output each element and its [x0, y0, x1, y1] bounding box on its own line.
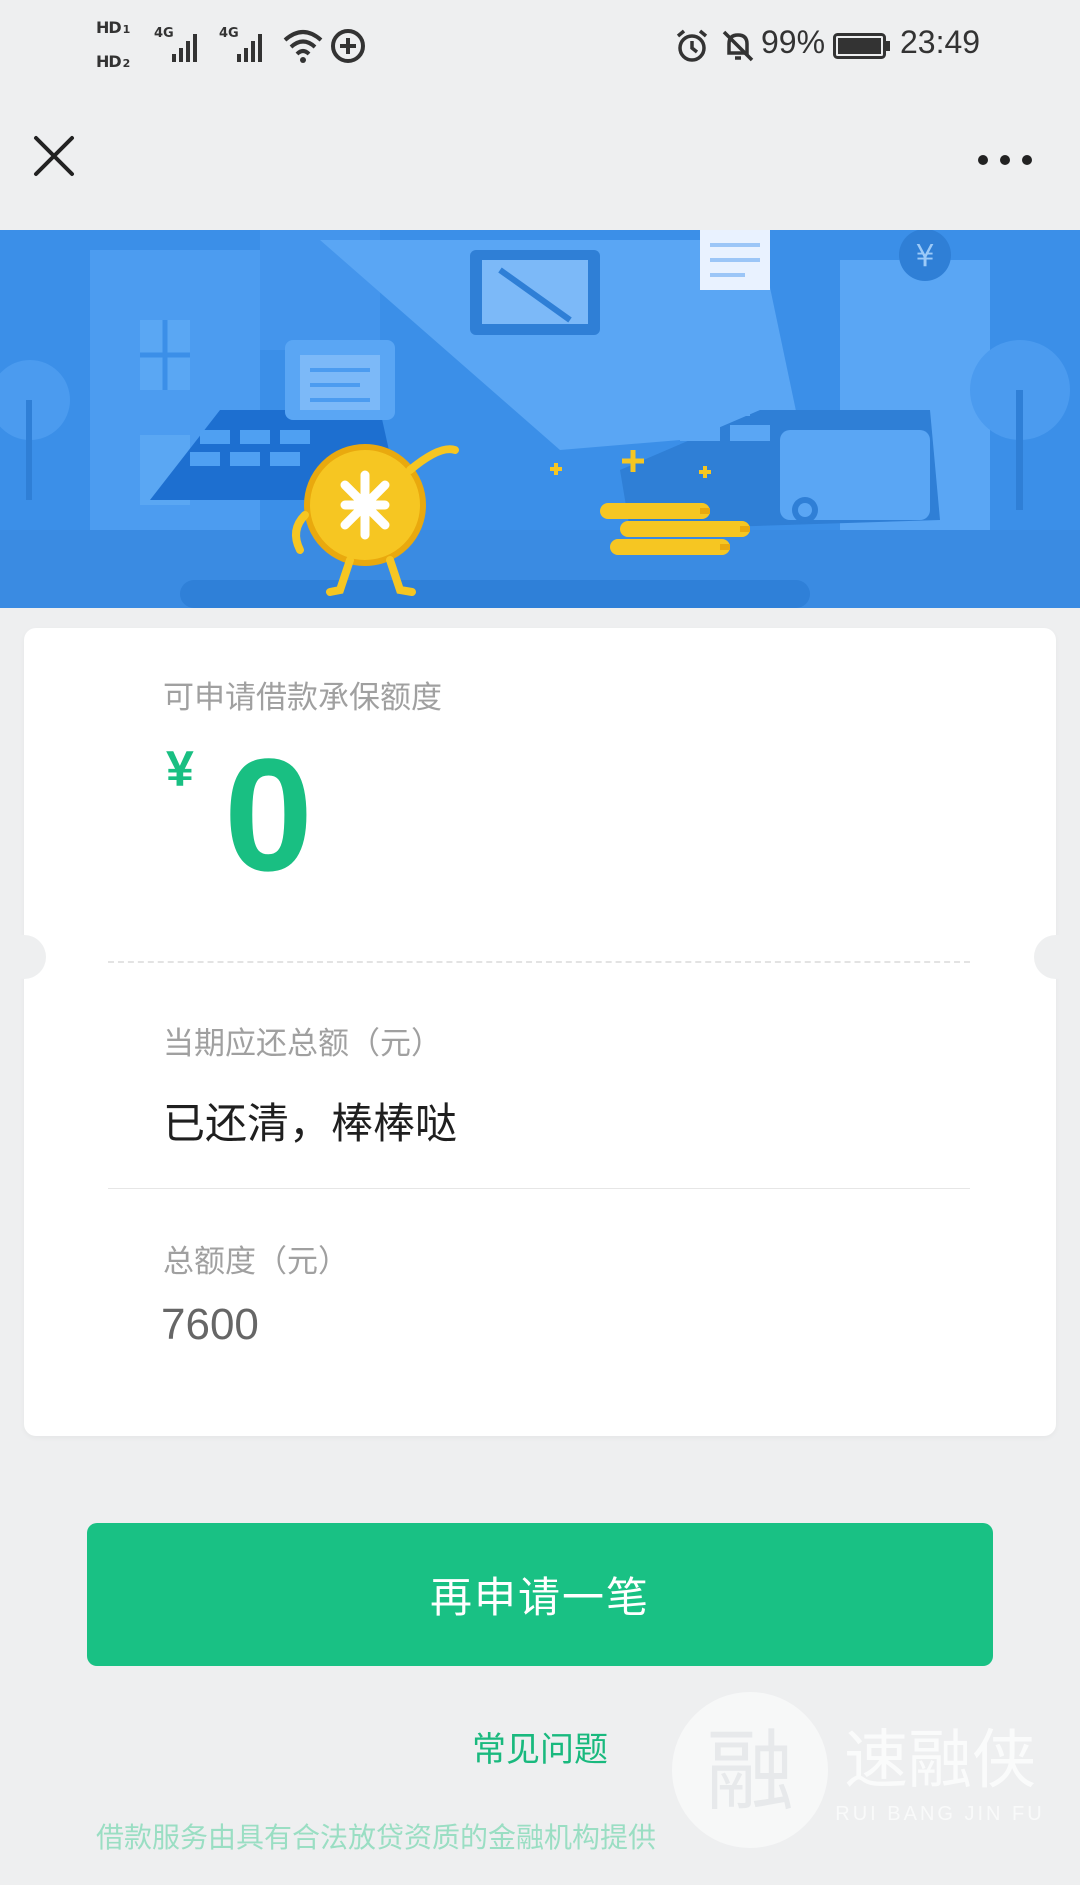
wifi-icon	[283, 30, 323, 63]
sim2-label: HD	[96, 52, 122, 71]
reapply-button[interactable]: 再申请一笔	[87, 1523, 993, 1666]
due-amount-value: 已还清，棒棒哒	[163, 1099, 458, 1148]
currency-symbol: ¥	[166, 741, 194, 797]
sim2-index: 2	[122, 57, 131, 70]
alarm-icon	[676, 29, 708, 62]
network-type-2: 4G	[219, 26, 239, 41]
mute-bell-icon	[722, 30, 754, 62]
divider	[108, 1188, 970, 1189]
footer-notice: 借款服务由具有合法放贷资质的金融机构提供	[96, 1821, 657, 1854]
brand-watermark: 融 速融侠 RUI BANG JIN FU	[672, 1692, 1044, 1848]
svg-text:¥: ¥	[915, 239, 934, 274]
close-icon[interactable]	[28, 130, 80, 182]
quota-amount: 0	[224, 725, 313, 904]
quota-label: 可申请借款承保额度	[163, 680, 442, 716]
watermark-brand: 速融侠	[844, 1724, 1036, 1798]
card-notch-right	[1034, 935, 1078, 979]
battery-percentage: 99%	[761, 24, 826, 60]
nav-bar	[0, 96, 1080, 230]
dual-sim-indicator: HD 1 HD 2	[96, 18, 146, 78]
dashed-divider	[108, 961, 970, 963]
clock: 23:49	[900, 24, 981, 60]
sim1-index: 1	[122, 23, 131, 36]
finance-city-illustration: ¥	[0, 230, 1080, 608]
data-saver-icon	[331, 29, 365, 63]
total-limit-label: 总额度（元）	[163, 1244, 349, 1280]
watermark-brand-en: RUI BANG JIN FU	[835, 1803, 1044, 1825]
watermark-icon-char: 融	[706, 1720, 794, 1823]
battery-icon	[833, 33, 890, 59]
total-limit-value: 7600	[161, 1300, 259, 1349]
network-type-1: 4G	[154, 26, 174, 41]
due-amount-label: 当期应还总额（元）	[163, 1026, 442, 1062]
sim1-label: HD	[96, 18, 122, 37]
status-bar: HD 1 HD 2 4G 4G 99% 23:49	[0, 0, 1080, 96]
card-notch-left	[2, 935, 46, 979]
banner-illustration: ¥	[0, 230, 1080, 608]
more-horizontal-icon[interactable]	[975, 145, 1035, 175]
